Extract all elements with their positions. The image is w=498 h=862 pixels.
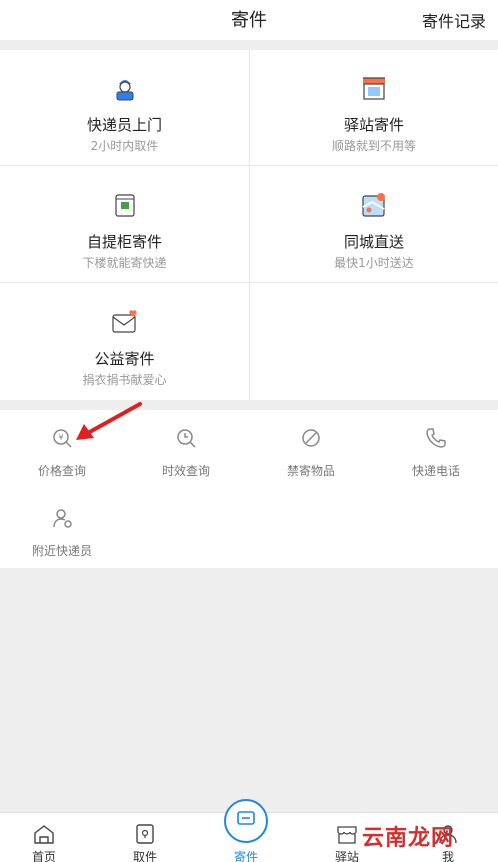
send-records-link[interactable]: 寄件记录 (422, 8, 486, 32)
service-title: 公益寄件 (94, 350, 155, 368)
service-title: 同城直送 (343, 233, 404, 251)
tool-nearby-courier[interactable]: 附近快递员 (0, 490, 124, 560)
service-courier-pickup[interactable]: 快递员上门 2小时内取件 (0, 50, 249, 166)
send-icon (237, 811, 255, 825)
service-station-send[interactable]: 驿站寄件 顺路就到不用等 (249, 50, 498, 166)
top-bar: 寄件 寄件记录 (0, 0, 498, 40)
service-subtitle: 捐衣捐书献爱心 (82, 373, 167, 387)
tool-courier-phone[interactable]: 快递电话 (374, 410, 498, 480)
tool-label: 快递电话 (411, 464, 460, 478)
tab-send[interactable]: 寄件 (196, 799, 296, 862)
empty-cell (249, 284, 498, 400)
tool-label: 附近快递员 (31, 544, 92, 558)
service-subtitle: 顺路就到不用等 (331, 139, 416, 153)
phone-icon (426, 428, 446, 448)
svg-text:¥: ¥ (58, 433, 63, 442)
service-subtitle: 最快1小时送达 (334, 256, 414, 270)
send-services-grid: 快递员上门 2小时内取件 驿站寄件 顺路就到不用等 自提柜寄件 下楼就能寄快递 … (0, 50, 498, 400)
store-icon (363, 77, 385, 100)
service-title: 驿站寄件 (343, 116, 404, 134)
heart-envelope-icon (111, 310, 137, 333)
service-title: 快递员上门 (86, 116, 162, 134)
tab-label: 寄件 (233, 850, 258, 862)
service-subtitle: 下楼就能寄快递 (82, 256, 167, 270)
service-same-city[interactable]: 同城直送 最快1小时送达 (249, 167, 498, 283)
tool-label: 禁寄物品 (286, 464, 335, 478)
station-icon (337, 826, 357, 844)
watermark-logo: 云南龙网 (362, 826, 455, 851)
annotation-arrow-icon (76, 402, 142, 440)
tab-home[interactable]: 首页 (0, 813, 94, 862)
service-subtitle: 2小时内取件 (90, 139, 159, 153)
nearby-courier-icon (53, 509, 72, 528)
map-pin-icon (362, 193, 385, 217)
tool-label: 时效查询 (161, 464, 210, 478)
locker-icon (114, 194, 135, 217)
tool-prohibited-items[interactable]: 禁寄物品 (249, 410, 373, 480)
tab-label: 取件 (132, 850, 157, 862)
home-icon (34, 825, 54, 844)
courier-icon (116, 80, 133, 101)
prohibited-icon (302, 429, 320, 447)
tab-label: 首页 (31, 850, 56, 862)
pickup-icon (136, 824, 154, 844)
tab-pickup[interactable]: 取件 (95, 813, 195, 862)
service-charity-send[interactable]: 公益寄件 捐衣捐书献爱心 (0, 284, 249, 400)
clock-search-icon (177, 429, 196, 448)
service-locker-send[interactable]: 自提柜寄件 下楼就能寄快递 (0, 167, 249, 283)
tool-label: 价格查询 (37, 464, 86, 478)
service-title: 自提柜寄件 (86, 233, 162, 251)
